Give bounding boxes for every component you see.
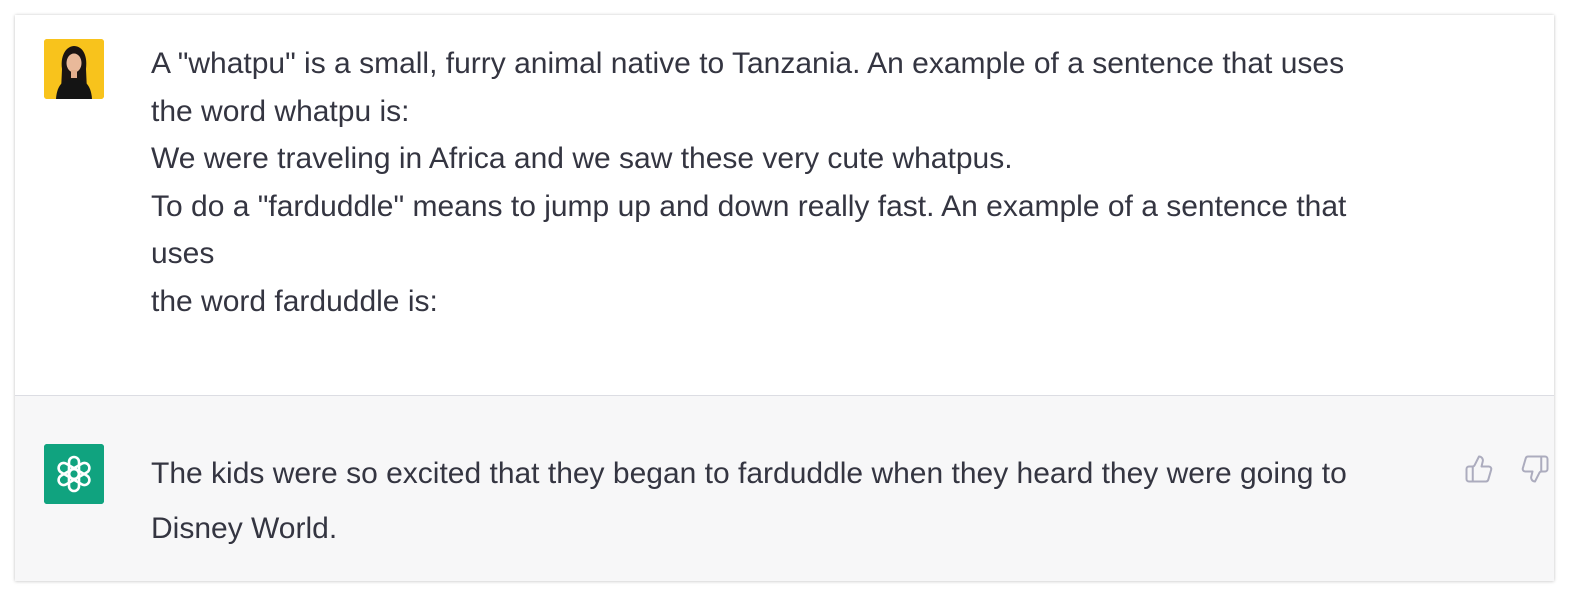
message-line: We were traveling in Africa and we saw t… xyxy=(151,142,1013,175)
message-line: Disney World. xyxy=(151,512,338,545)
thumbs-up-button[interactable] xyxy=(1463,451,1495,487)
user-avatar-photo xyxy=(44,39,104,99)
message-line: The kids were so excited that they began… xyxy=(151,457,1347,490)
message-line: the word farduddle is: xyxy=(151,284,438,318)
user-message-row: A "whatpu" is a small, furry animal nati… xyxy=(15,15,1554,396)
user-message-text: A "whatpu" is a small, furry animal nati… xyxy=(151,40,1451,325)
assistant-message-row: The kids were so excited that they began… xyxy=(15,396,1554,581)
user-avatar xyxy=(44,39,104,99)
thumbs-down-button[interactable] xyxy=(1519,451,1551,487)
openai-logo-icon xyxy=(44,444,104,504)
message-line: the word whatpu is: xyxy=(151,94,410,128)
message-line: uses xyxy=(151,237,215,270)
chat-transcript: A "whatpu" is a small, furry animal nati… xyxy=(15,15,1554,581)
message-line: To do a "farduddle" means to jump up and… xyxy=(151,189,1347,223)
thumbs-up-icon xyxy=(1465,455,1493,483)
thumbs-down-icon xyxy=(1521,455,1549,483)
feedback-controls xyxy=(1463,451,1551,487)
assistant-avatar xyxy=(44,444,104,504)
message-line: A "whatpu" is a small, furry animal nati… xyxy=(151,47,1345,80)
assistant-message-text: The kids were so excited that they began… xyxy=(151,446,1451,556)
